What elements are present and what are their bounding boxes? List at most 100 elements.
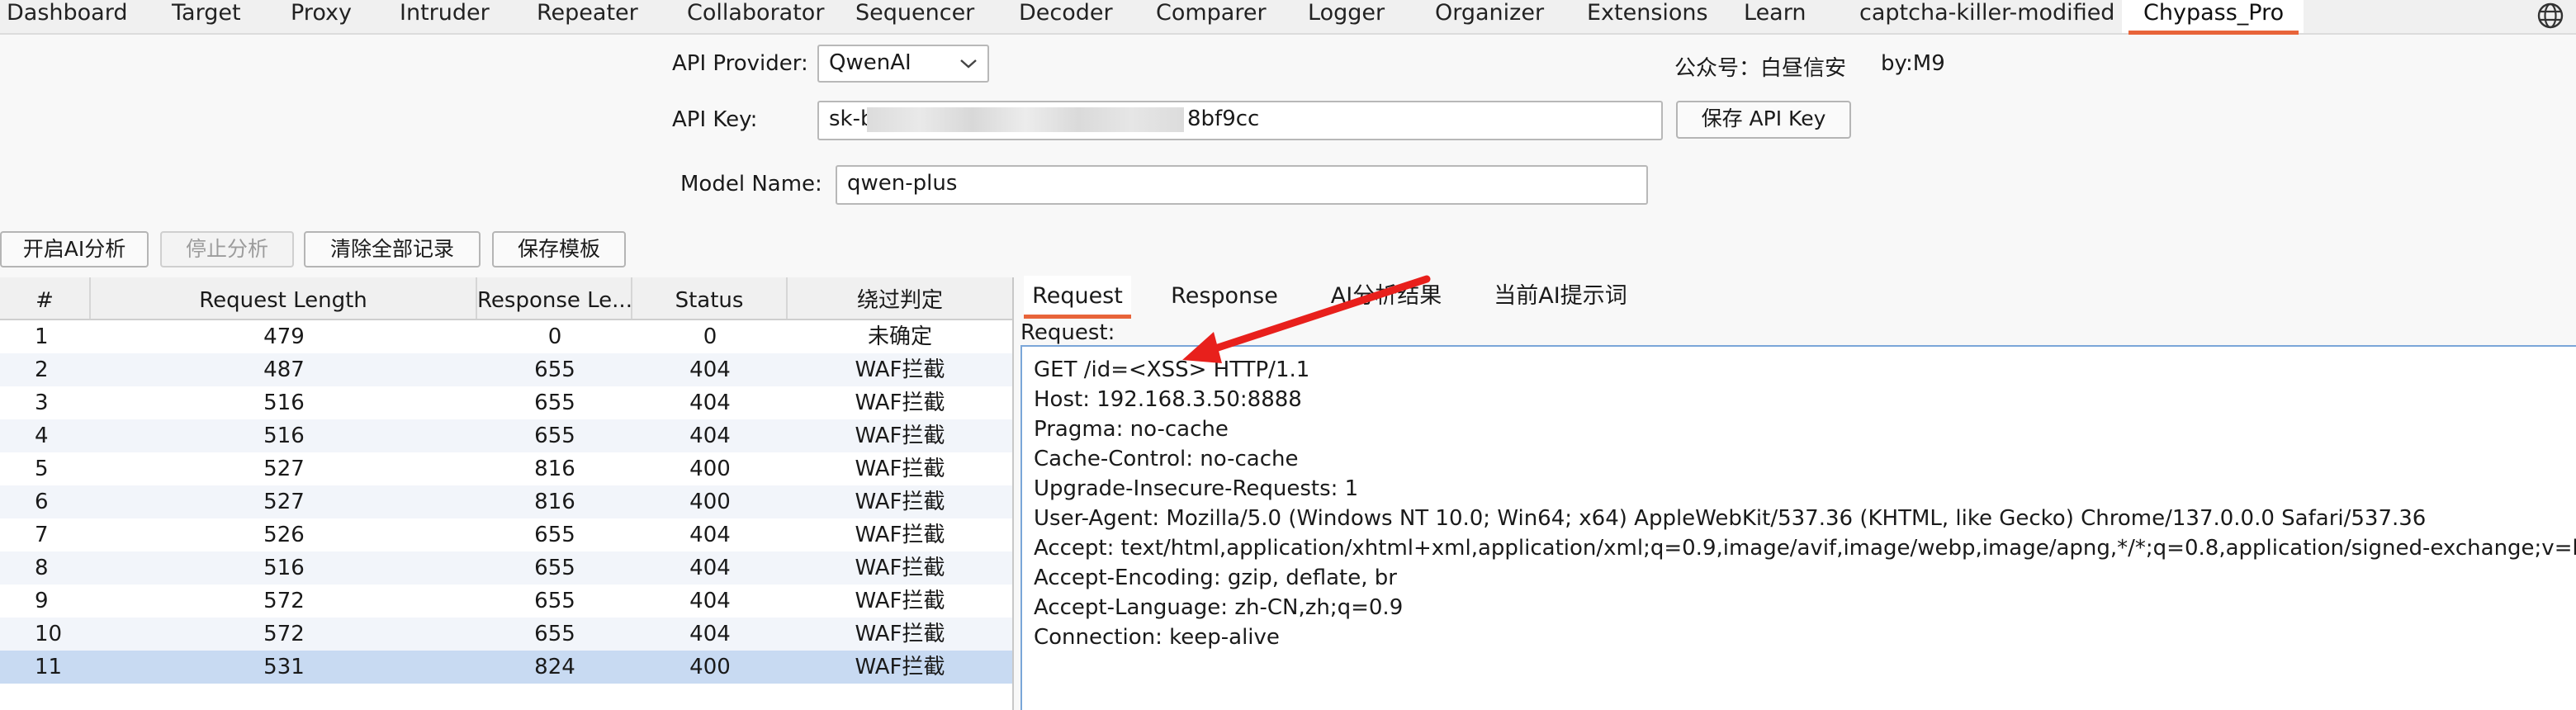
request-line: Upgrade-Insecure-Requests: 1 [1034,476,1359,501]
row-index-cell: 1 [35,324,49,349]
row-request-length-cell: 516 [263,390,305,415]
column-header-index[interactable]: # [0,277,91,319]
api-key-input[interactable]: sk-b 8bf9cc [817,101,1663,140]
row-index-cell: 7 [35,523,49,547]
table-row[interactable]: 5 527 816 400 WAF拦截 [0,452,1012,485]
wechat-account-label: 公众号：白昼信安 [1674,56,1847,81]
row-request-length-cell: 516 [263,424,305,448]
row-index-cell: 8 [35,556,49,580]
tab-intruder[interactable]: Intruder [400,0,490,33]
model-name-value: qwen-plus [847,171,958,196]
api-key-suffix: 8bf9cc [1187,106,1260,131]
row-request-length-cell: 527 [263,490,305,514]
row-index-cell: 10 [35,622,63,646]
tab-decoder[interactable]: Decoder [1019,0,1113,33]
tab-extensions[interactable]: Extensions [1587,0,1708,33]
row-bypass-verdict-cell: WAF拦截 [855,589,945,613]
row-request-length-cell: 531 [263,655,305,679]
column-header-request-length[interactable]: Request Length [91,277,477,319]
save-template-button[interactable]: 保存模板 [492,231,626,267]
save-api-key-button[interactable]: 保存 API Key [1676,101,1851,139]
row-request-length-cell: 526 [263,523,305,547]
row-request-length-cell: 487 [263,357,305,382]
api-key-redaction [867,107,1184,132]
request-editor[interactable]: GET /id=<XSS> HTTP/1.1 Host: 192.168.3.50… [1020,345,2576,710]
row-bypass-verdict-cell: WAF拦截 [855,490,945,514]
row-bypass-verdict-cell: WAF拦截 [855,655,945,679]
row-status-cell: 404 [689,523,731,547]
row-index-cell: 11 [35,655,63,679]
tab-ai-analysis-result[interactable]: AI分析结果 [1316,276,1456,317]
tab-captcha-killer-modified[interactable]: captcha-killer-modified [1859,0,2114,33]
request-line: Host: 192.168.3.50:8888 [1034,387,1302,412]
row-index-cell: 9 [35,589,49,613]
row-bypass-verdict-cell: WAF拦截 [855,357,945,382]
row-request-length-cell: 527 [263,457,305,481]
row-bypass-verdict-cell: WAF拦截 [855,390,945,415]
row-index-cell: 3 [35,390,49,415]
table-row[interactable]: 11 531 824 400 WAF拦截 [0,651,1012,684]
row-bypass-verdict-cell: WAF拦截 [855,523,945,547]
api-provider-select[interactable]: QwenAI [817,45,989,83]
tab-logger[interactable]: Logger [1308,0,1385,33]
model-name-input[interactable]: qwen-plus [836,165,1648,205]
request-line: Cache-Control: no-cache [1034,447,1299,471]
row-bypass-verdict-cell: WAF拦截 [855,457,945,481]
table-row[interactable]: 8 516 655 404 WAF拦截 [0,551,1012,585]
request-label: Request: [1020,320,1115,345]
table-row[interactable]: 6 527 816 400 WAF拦截 [0,485,1012,518]
table-row[interactable]: 4 516 655 404 WAF拦截 [0,419,1012,452]
tab-comparer[interactable]: Comparer [1156,0,1267,33]
table-row[interactable]: 9 572 655 404 WAF拦截 [0,585,1012,618]
row-status-cell: 400 [689,655,731,679]
table-row[interactable]: 2 487 655 404 WAF拦截 [0,353,1012,386]
row-bypass-verdict-cell: 未确定 [867,324,932,349]
row-index-cell: 6 [35,490,49,514]
tab-sequencer[interactable]: Sequencer [855,0,974,33]
table-row[interactable]: 1 479 0 0 未确定 [0,320,1012,353]
table-row[interactable]: 7 526 655 404 WAF拦截 [0,518,1012,551]
row-request-length-cell: 516 [263,556,305,580]
row-response-length-cell: 655 [534,357,575,382]
row-index-cell: 2 [35,357,49,382]
row-status-cell: 404 [689,390,731,415]
row-request-length-cell: 479 [263,324,305,349]
chevron-down-icon [960,59,977,69]
row-status-cell: 0 [703,324,717,349]
row-status-cell: 404 [689,424,731,448]
row-response-length-cell: 655 [534,589,575,613]
tab-proxy[interactable]: Proxy [291,0,352,33]
column-header-status[interactable]: Status [632,277,788,319]
tab-chypass-pro[interactable]: Chypass_Pro [2128,0,2299,35]
table-row[interactable]: 3 516 655 404 WAF拦截 [0,386,1012,419]
column-header-response-length[interactable]: Response Le... [477,277,632,319]
tab-repeater[interactable]: Repeater [537,0,638,33]
start-ai-analysis-button[interactable]: 开启AI分析 [0,231,149,267]
row-response-length-cell: 824 [534,655,575,679]
column-header-bypass-verdict[interactable]: 绕过判定 [788,277,1012,319]
row-response-length-cell: 816 [534,490,575,514]
tab-dashboard[interactable]: Dashboard [7,0,127,33]
tab-request[interactable]: Request [1024,276,1131,319]
globe-icon[interactable] [2536,2,2564,30]
tab-organizer[interactable]: Organizer [1435,0,1544,33]
stop-analysis-button[interactable]: 停止分析 [160,231,294,267]
model-name-label: Model Name: [680,172,822,196]
request-text: GET /id=<XSS> HTTP/1.1 Host: 192.168.3.50… [1034,355,2576,652]
table-row[interactable]: 10 572 655 404 WAF拦截 [0,618,1012,651]
api-provider-value: QwenAI [829,50,912,75]
tab-collaborator[interactable]: Collaborator [687,0,824,33]
table-body: 1 479 0 0 未确定 2 487 655 404 WAF拦截 3 516 655 404 WAF拦截 4… [0,320,1012,684]
row-bypass-verdict-cell: WAF拦截 [855,424,945,448]
tab-response[interactable]: Response [1163,276,1286,317]
request-line: Accept: text/html,application/xhtml+xml,… [1034,536,2576,561]
row-response-length-cell: 655 [534,424,575,448]
api-provider-label: API Provider: [672,51,808,76]
clear-all-records-button[interactable]: 清除全部记录 [304,231,481,267]
row-bypass-verdict-cell: WAF拦截 [855,622,945,646]
tab-current-ai-prompt[interactable]: 当前AI提示词 [1478,276,1643,317]
tab-target[interactable]: Target [172,0,241,33]
tab-learn[interactable]: Learn [1744,0,1806,33]
row-status-cell: 404 [689,556,731,580]
row-response-length-cell: 655 [534,390,575,415]
